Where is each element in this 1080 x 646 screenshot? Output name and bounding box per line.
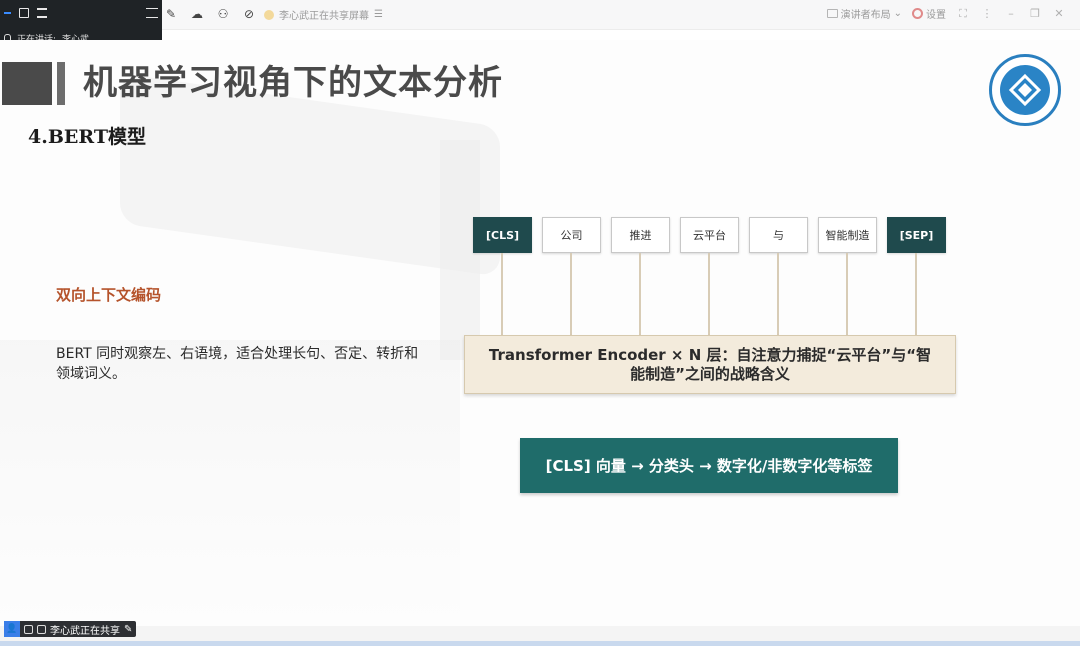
academic-alliance-logo (989, 54, 1061, 126)
token-company: 公司 (542, 217, 601, 253)
connector-line (915, 253, 917, 335)
toolbar-icons: ✎ ☁ ⚇ ⊘ (163, 6, 257, 22)
active-indicator (4, 12, 11, 14)
user-icon: 👤 (4, 621, 20, 637)
token-cloud-platform: 云平台 (680, 217, 739, 253)
settings-label: 设置 (926, 10, 946, 21)
connector-line (708, 253, 710, 335)
gear-icon (912, 8, 923, 19)
meeting-toolbar: ✎ ☁ ⚇ ⊘ 李心武正在共享屏幕 ☰ 演讲者布局 ⌄ 设置 ⛶ ⋮ – ❐ ✕ (0, 0, 1080, 30)
speaker-panel-controls (0, 0, 162, 26)
connector-line (777, 253, 779, 335)
people-icon[interactable]: ⚇ (215, 6, 231, 22)
body-text: BERT 同时观察左、右语境，适合处理长句、否定、转折和领域词义。 (56, 346, 419, 382)
token-cls: [CLS] (473, 217, 532, 253)
token-advance: 推进 (611, 217, 670, 253)
sharing-indicator[interactable]: 👤 李心武正在共享 ✎ (4, 621, 137, 637)
menu-icon[interactable]: ☰ (374, 9, 383, 20)
logo-emblem-icon (1000, 65, 1050, 115)
classification-output-box: [CLS] 向量 → 分类头 → 数字化/非数字化等标签 (520, 438, 898, 493)
window-icon[interactable] (19, 8, 29, 18)
sharing-label: 李心武正在共享 (50, 625, 120, 637)
chevron-down-icon: ⌄ (893, 8, 902, 19)
share-status: 李心武正在共享屏幕 ☰ (264, 7, 383, 22)
taskbar-strip (0, 641, 1080, 646)
transformer-encoder-box: Transformer Encoder × N 层：自注意力捕捉“云平台”与“智… (464, 335, 956, 394)
restore-icon[interactable]: ❐ (1028, 7, 1042, 20)
connector-line (501, 253, 503, 335)
toolbar-right: 演讲者布局 ⌄ 设置 ⛶ ⋮ – ❐ ✕ (826, 6, 1066, 21)
close-icon[interactable]: ✕ (1052, 7, 1066, 20)
title-accent-block (2, 62, 52, 105)
shared-slide: 机器学习视角下的文本分析 4.BERT模型 双向上下文编码 BERT 同时观察左… (0, 40, 1080, 626)
share-status-text: 李心武正在共享屏幕 (279, 11, 369, 22)
presenter-avatar-icon (264, 9, 274, 20)
title-accent-bar (57, 62, 65, 105)
token-smart-manufacturing: 智能制造 (818, 217, 877, 253)
section-heading: 4.BERT模型 (28, 126, 146, 148)
collapse-icon[interactable] (146, 8, 158, 18)
minimize-icon[interactable]: – (1004, 7, 1018, 20)
connector-line (639, 253, 641, 335)
connector-line (570, 253, 572, 335)
list-icon[interactable] (37, 8, 47, 18)
layout-icon (826, 9, 838, 18)
annotate-icon[interactable]: ✎ (163, 6, 179, 22)
token-and: 与 (749, 217, 808, 253)
cloud-icon[interactable]: ☁ (189, 6, 205, 22)
token-sep: [SEP] (887, 217, 946, 253)
mic-status-icon (24, 624, 33, 634)
slide-title: 机器学习视角下的文本分析 (83, 63, 503, 103)
screen-share-icon (37, 624, 46, 634)
presenter-layout-button[interactable]: 演讲者布局 ⌄ (826, 6, 902, 21)
pin-icon[interactable]: ⋮ (980, 7, 994, 20)
settings-button[interactable]: 设置 (912, 6, 946, 21)
hide-icon[interactable]: ⊘ (241, 6, 257, 22)
annotate-small-icon: ✎ (124, 623, 133, 635)
fullscreen-icon[interactable]: ⛶ (956, 7, 970, 21)
subheading: 双向上下文编码 (56, 286, 162, 304)
connector-line (846, 253, 848, 335)
presenter-layout-label: 演讲者布局 (840, 10, 891, 21)
